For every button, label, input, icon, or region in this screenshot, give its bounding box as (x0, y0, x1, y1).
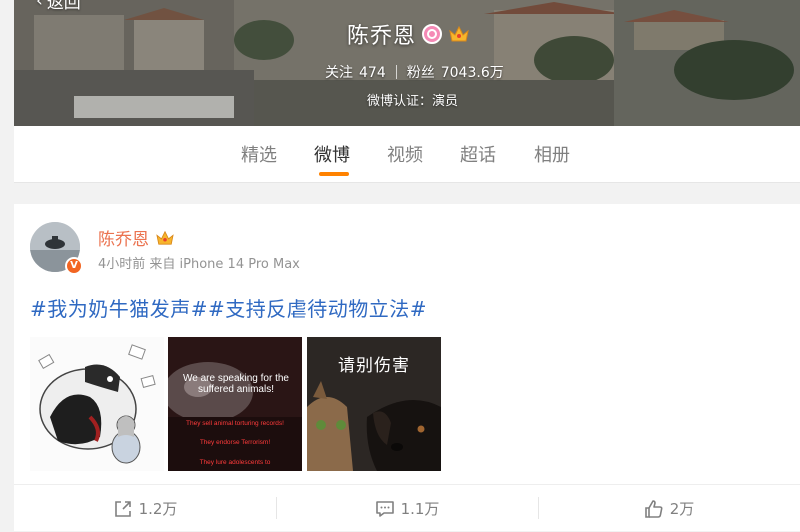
post-image-3[interactable]: 请别伤害 (307, 337, 441, 471)
poster-line-1: They sell animal torturing records! (186, 420, 284, 427)
repost-button[interactable]: 1.2万 (14, 485, 276, 532)
back-label: 返回 (46, 0, 81, 13)
protest-poster-image (168, 337, 302, 471)
following-stat[interactable]: 关注 474 (325, 62, 386, 82)
fan-badge-icon[interactable] (422, 24, 443, 44)
post-card: V 陈乔恩 4小时前 来自 iPhone 14 Pro Max #我为奶牛猫发声… (14, 204, 800, 531)
following-label: 关注 (325, 65, 353, 81)
profile-name-row: 陈乔恩 (347, 18, 470, 50)
followers-count: 7043.6万 (440, 65, 504, 81)
profile-cover: ‹ 返回 陈乔恩 关注 474 粉丝 7043.6万 微博认证：演员 (14, 0, 800, 126)
author-name[interactable]: 陈乔恩 (98, 225, 149, 250)
like-count: 2万 (669, 500, 695, 518)
post-actions: 1.2万 1.1万 2万 (14, 484, 800, 532)
tab-weibo[interactable]: 微博 (314, 141, 350, 167)
tab-album[interactable]: 相册 (534, 141, 570, 167)
tab-featured[interactable]: 精选 (241, 141, 277, 167)
share-icon (114, 500, 131, 517)
verification-text: 微博认证：演员 (367, 94, 459, 109)
cat-illustration-image (30, 337, 164, 471)
post-image-2[interactable]: We are speaking for the suffered animals… (168, 337, 302, 471)
stats-divider (395, 65, 397, 79)
chevron-left-icon: ‹ (36, 0, 43, 11)
post-meta: 4小时前 来自 iPhone 14 Pro Max (98, 257, 300, 272)
comment-button[interactable]: 1.1万 (276, 485, 538, 532)
following-count: 474 (359, 65, 386, 81)
poster-line-2: They endorse Terrorism! (199, 439, 271, 446)
tab-videos[interactable]: 视频 (387, 141, 423, 167)
author-row: 陈乔恩 (98, 225, 175, 250)
post-text[interactable]: #我为奶牛猫发声##支持反虐待动物立法# (30, 293, 427, 322)
profile-stats: 关注 474 粉丝 7043.6万 (325, 62, 504, 82)
followers-label: 粉丝 (406, 65, 435, 81)
comment-count: 1.1万 (400, 500, 440, 518)
back-button[interactable]: ‹ 返回 (36, 0, 81, 13)
image-caption: 请别伤害 (338, 356, 410, 376)
active-tab-indicator (319, 172, 349, 176)
post-image-1[interactable] (30, 337, 164, 471)
tab-super-topics[interactable]: 超话 (460, 141, 496, 167)
thumbs-up-icon (644, 499, 663, 518)
like-button[interactable]: 2万 (538, 485, 800, 532)
repost-count: 1.2万 (138, 500, 178, 518)
profile-name: 陈乔恩 (347, 24, 417, 49)
poster-caption: We are speaking for the suffered animals… (183, 373, 289, 395)
poster-line-3: They lure adolescents to (199, 459, 271, 466)
followers-stat[interactable]: 粉丝 7043.6万 (407, 62, 504, 82)
crown-icon[interactable] (155, 230, 175, 246)
profile-tabs: 精选 微博 视频 超话 相册 (14, 126, 800, 183)
verified-icon: V (65, 257, 83, 275)
crown-icon[interactable] (448, 25, 470, 43)
comment-icon (375, 500, 394, 517)
